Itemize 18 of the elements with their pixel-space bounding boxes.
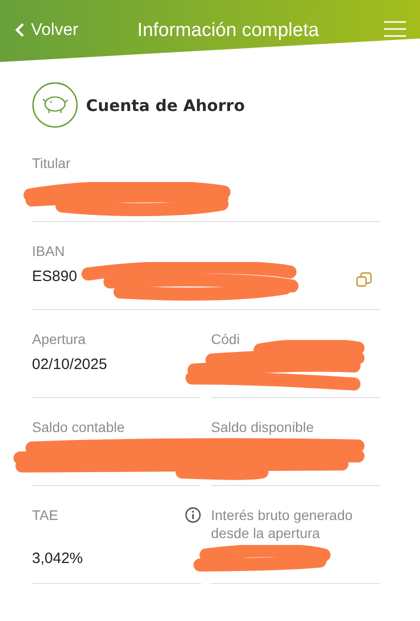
field-label: Apertura (32, 330, 86, 348)
field-value: ES890 (32, 268, 78, 286)
field-label: Saldo contable (32, 418, 125, 436)
menu-icon[interactable] (384, 20, 406, 38)
field-label: Códi (211, 330, 240, 348)
field-label: Titular (32, 154, 70, 172)
chevron-left-icon (14, 22, 25, 38)
piggy-bank-icon (32, 82, 78, 128)
field-value: 02/10/2025 (32, 356, 108, 374)
field-label: IBAN (32, 242, 65, 260)
field-label: Saldo disponible (211, 418, 314, 436)
account-name: Cuenta de Ahorro (86, 96, 245, 114)
field-label: TAE (32, 506, 58, 524)
back-button[interactable]: Volver (14, 20, 78, 40)
field-label: Interés bruto generado desde la apertura (211, 506, 354, 542)
copy-icon[interactable] (356, 272, 372, 288)
info-icon[interactable] (185, 507, 201, 523)
field-value: 3,042% (32, 550, 83, 568)
